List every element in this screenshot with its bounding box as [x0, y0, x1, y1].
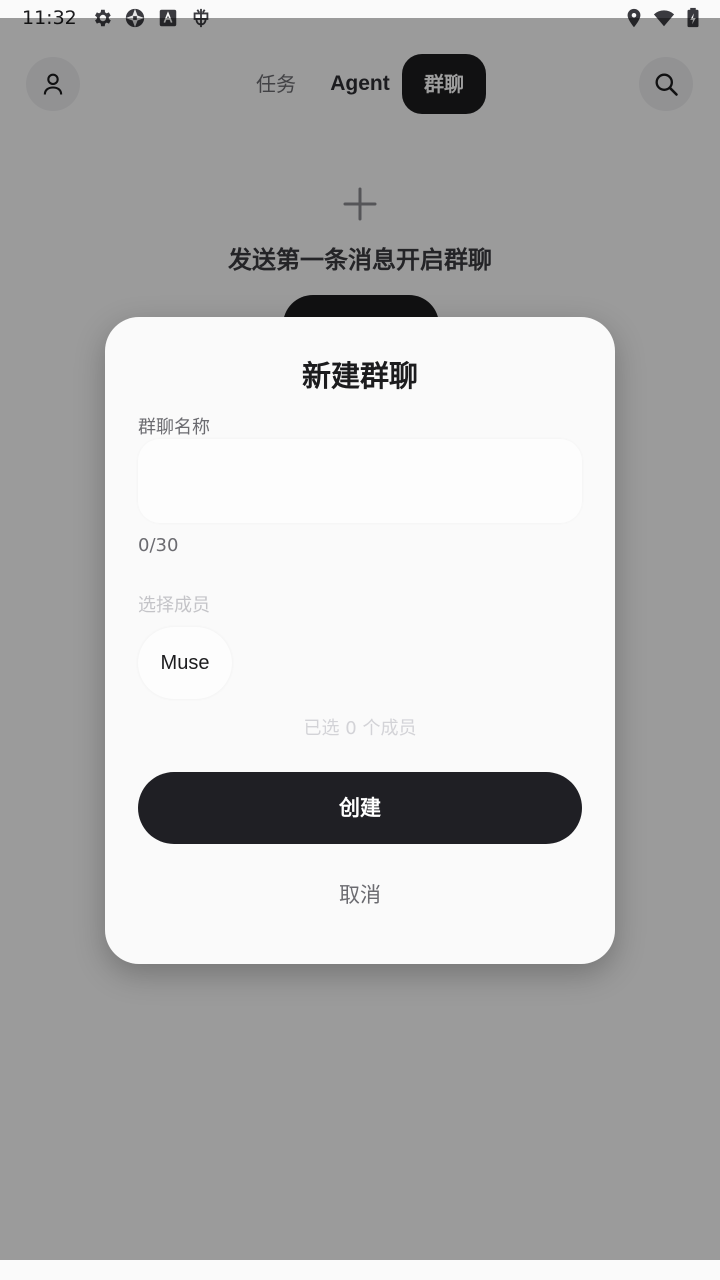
group-name-input[interactable] [138, 439, 582, 523]
select-members-label: 选择成员 [138, 595, 210, 616]
cancel-button[interactable]: 取消 [138, 860, 582, 930]
create-button[interactable]: 创建 [138, 772, 582, 844]
new-group-chat-dialog: 新建群聊 群聊名称 0/30 选择成员 Muse 已选 0 个成员 创建 取消 [105, 317, 615, 964]
app-screen: 11:32 任务 Agent 群聊 发送第一条消息开启群聊 新建群聊 群聊名称 … [0, 0, 720, 1280]
group-name-label: 群聊名称 [138, 417, 210, 438]
member-chip-muse[interactable]: Muse [138, 627, 232, 699]
char-counter: 0/30 [138, 535, 179, 556]
dialog-title: 新建群聊 [301, 359, 418, 393]
selected-count: 已选 0 个成员 [303, 718, 417, 739]
